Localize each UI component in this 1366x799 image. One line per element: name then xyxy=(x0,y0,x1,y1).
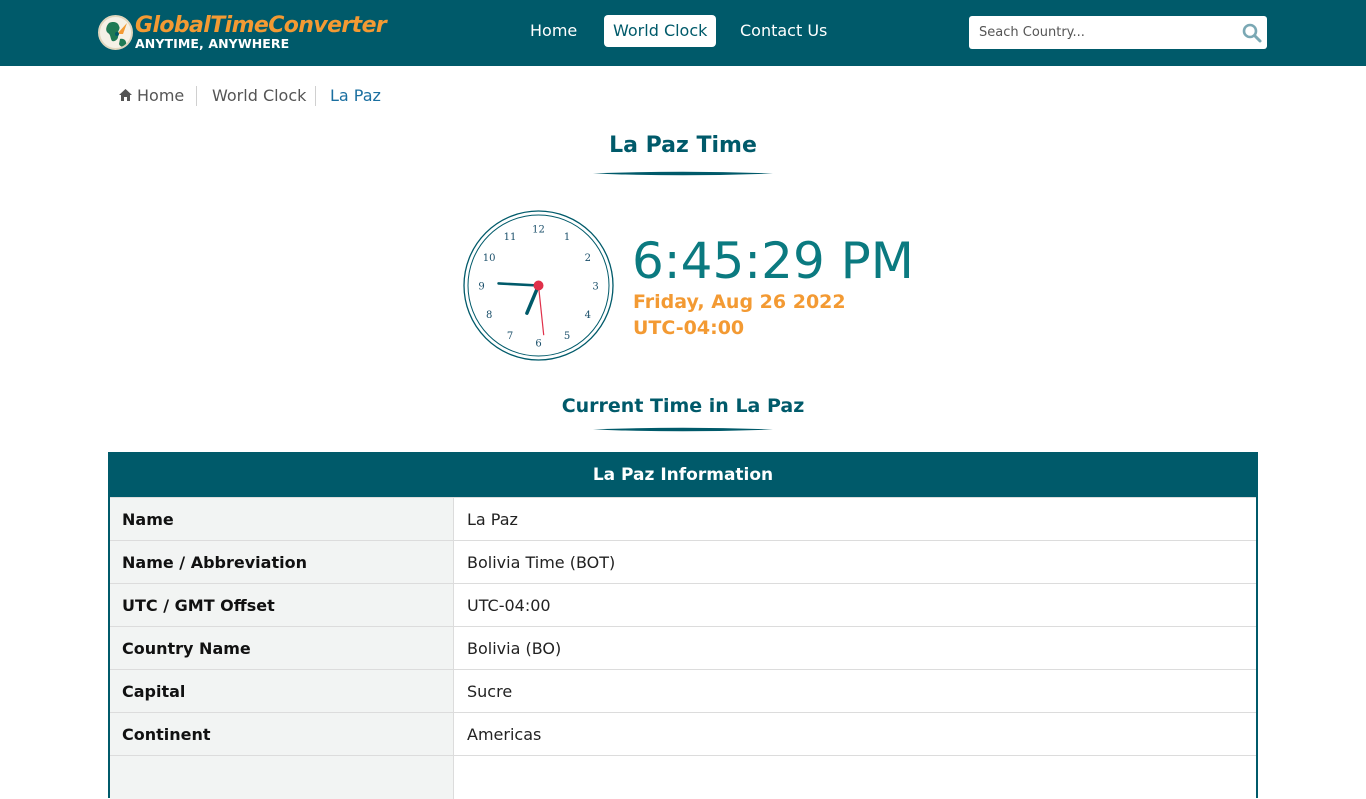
top-navbar: GlobalTimeConverter ANYTIME, ANYWHERE Ho… xyxy=(0,0,1366,66)
clock-numeral: 9 xyxy=(478,282,484,293)
table-row: Name La Paz xyxy=(110,497,1256,541)
clock-center-pin xyxy=(533,280,544,291)
title-underline xyxy=(593,171,773,176)
table-row: Continent Americas xyxy=(110,712,1256,756)
table-row: UTC / GMT Offset UTC-04:00 xyxy=(110,583,1256,627)
clock-numeral: 12 xyxy=(532,225,545,236)
info-table: La Paz Information Name La Paz Name / Ab… xyxy=(108,452,1258,799)
info-value: Bolivia (BO) xyxy=(467,639,562,658)
section-underline xyxy=(593,427,773,432)
table-row xyxy=(110,755,1256,799)
clock-numeral: 11 xyxy=(504,232,517,243)
section-title: Current Time in La Paz xyxy=(561,395,805,417)
table-row: Capital Sucre xyxy=(110,669,1256,713)
clock-numeral: 5 xyxy=(564,331,570,342)
info-key xyxy=(110,756,454,799)
clock-numeral: 10 xyxy=(483,253,496,264)
breadcrumb-separator xyxy=(315,86,316,106)
clock-numeral: 7 xyxy=(507,331,513,342)
home-icon xyxy=(119,89,132,101)
breadcrumb-home-link[interactable]: Home xyxy=(137,86,184,105)
search-input[interactable] xyxy=(969,16,1231,49)
clock-numeral: 1 xyxy=(564,232,570,243)
current-date: Friday, Aug 26 2022 xyxy=(633,291,846,313)
analog-clock: 121234567891011 xyxy=(463,210,614,361)
nav-contact-us-link[interactable]: Contact Us xyxy=(731,15,836,47)
info-key: Name xyxy=(110,498,454,541)
info-key: Country Name xyxy=(110,627,454,670)
info-value: UTC-04:00 xyxy=(467,596,551,615)
clock-numeral: 6 xyxy=(535,339,541,350)
breadcrumb-separator xyxy=(196,86,197,106)
search-box xyxy=(969,16,1267,49)
info-value: Bolivia Time (BOT) xyxy=(467,553,616,572)
breadcrumb-world-clock-link[interactable]: World Clock xyxy=(212,86,306,105)
info-key: Capital xyxy=(110,670,454,713)
info-table-heading: La Paz Information xyxy=(110,454,1256,497)
info-value xyxy=(455,756,1256,799)
clock-numeral: 4 xyxy=(585,310,591,321)
clock-numeral: 8 xyxy=(486,310,492,321)
info-key: Continent xyxy=(110,713,454,756)
table-row: Country Name Bolivia (BO) xyxy=(110,626,1256,670)
table-row: Name / Abbreviation Bolivia Time (BOT) xyxy=(110,540,1256,584)
page-title: La Paz Time xyxy=(609,133,757,158)
utc-offset: UTC-04:00 xyxy=(633,317,745,339)
info-key: UTC / GMT Offset xyxy=(110,584,454,627)
breadcrumb-current: La Paz xyxy=(330,86,381,105)
info-value: La Paz xyxy=(467,510,518,529)
nav-world-clock-link[interactable]: World Clock xyxy=(604,15,717,47)
digital-time: 6:45:29 PM xyxy=(632,232,914,290)
clock-numeral: 2 xyxy=(585,253,591,264)
info-value: Sucre xyxy=(467,682,513,701)
search-button[interactable] xyxy=(1241,22,1263,44)
clock-numeral: 3 xyxy=(592,282,598,293)
search-icon xyxy=(1242,23,1262,43)
info-key: Name / Abbreviation xyxy=(110,541,454,584)
info-value: Americas xyxy=(467,725,542,744)
nav-home-link[interactable]: Home xyxy=(521,15,586,47)
